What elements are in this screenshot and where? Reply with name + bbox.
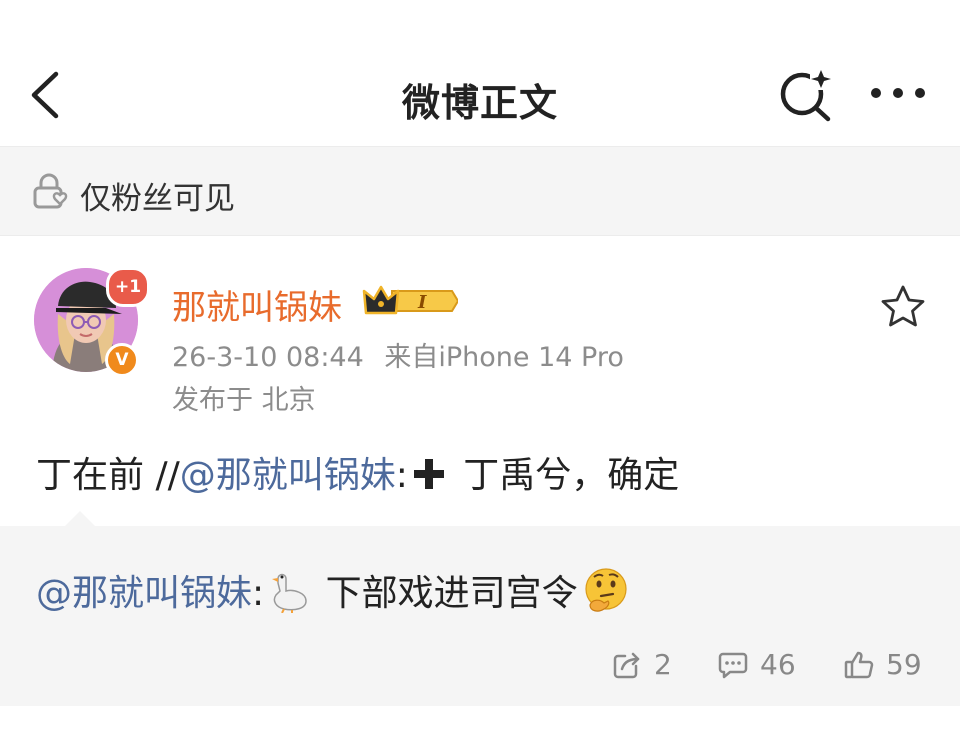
- comment-count: 46: [760, 648, 796, 681]
- thinking-face-emoji-icon: [585, 568, 627, 612]
- more-dots-icon[interactable]: [868, 78, 928, 108]
- repost-button[interactable]: 2: [612, 648, 682, 684]
- post-source: 来自iPhone 14 Pro: [384, 342, 624, 373]
- bottom-spacer: [0, 706, 960, 741]
- verified-badge: V: [105, 343, 139, 377]
- comment-icon: [718, 652, 748, 679]
- repost-count: 2: [654, 648, 672, 681]
- post-content: 丁在前 //@那就叫锅妹: 丁禹兮，确定: [36, 446, 679, 498]
- repost-text: 下部戏进司宫令: [314, 573, 578, 614]
- repost-mention-link[interactable]: @那就叫锅妹: [36, 573, 252, 614]
- vip-crown-icon[interactable]: I: [362, 283, 458, 319]
- thumbs-up-icon: [844, 651, 874, 679]
- notification-badge: +1: [106, 267, 150, 307]
- author-name[interactable]: 那就叫锅妹: [172, 280, 342, 329]
- heavy-plus-icon: [413, 459, 444, 489]
- repost-colon: :: [252, 573, 265, 614]
- post-text-after: 丁禹兮，确定: [451, 455, 680, 496]
- post-colon: :: [395, 455, 408, 496]
- post-meta: 26-3-10 08:44 来自iPhone 14 Pro: [172, 335, 624, 374]
- post-location: 发布于 北京: [172, 385, 316, 416]
- repost-icon: [613, 652, 640, 679]
- repost-content: @那就叫锅妹: 下部戏进司宫令: [36, 564, 630, 616]
- fans-only-label: 仅粉丝可见: [80, 181, 235, 217]
- post-mention-link[interactable]: @那就叫锅妹: [180, 455, 396, 496]
- search-sparkle-icon[interactable]: [778, 66, 834, 122]
- like-button[interactable]: 59: [844, 648, 934, 684]
- post-timestamp: 26-3-10 08:44: [172, 342, 364, 373]
- top-nav-bar: 微博正文: [0, 0, 960, 147]
- post-action-bar: 2 46 59: [0, 648, 960, 684]
- comment-button[interactable]: 46: [718, 648, 808, 684]
- goose-emoji-icon: [272, 573, 307, 613]
- vip-level-text: I: [417, 292, 427, 313]
- visibility-bar: 仅粉丝可见: [0, 147, 960, 236]
- fans-only-lock-icon: [33, 173, 68, 209]
- like-count: 59: [886, 648, 922, 681]
- favorite-star-icon[interactable]: [880, 284, 926, 328]
- repost-notch: [64, 511, 96, 527]
- post-text-before: 丁在前 //: [36, 455, 180, 496]
